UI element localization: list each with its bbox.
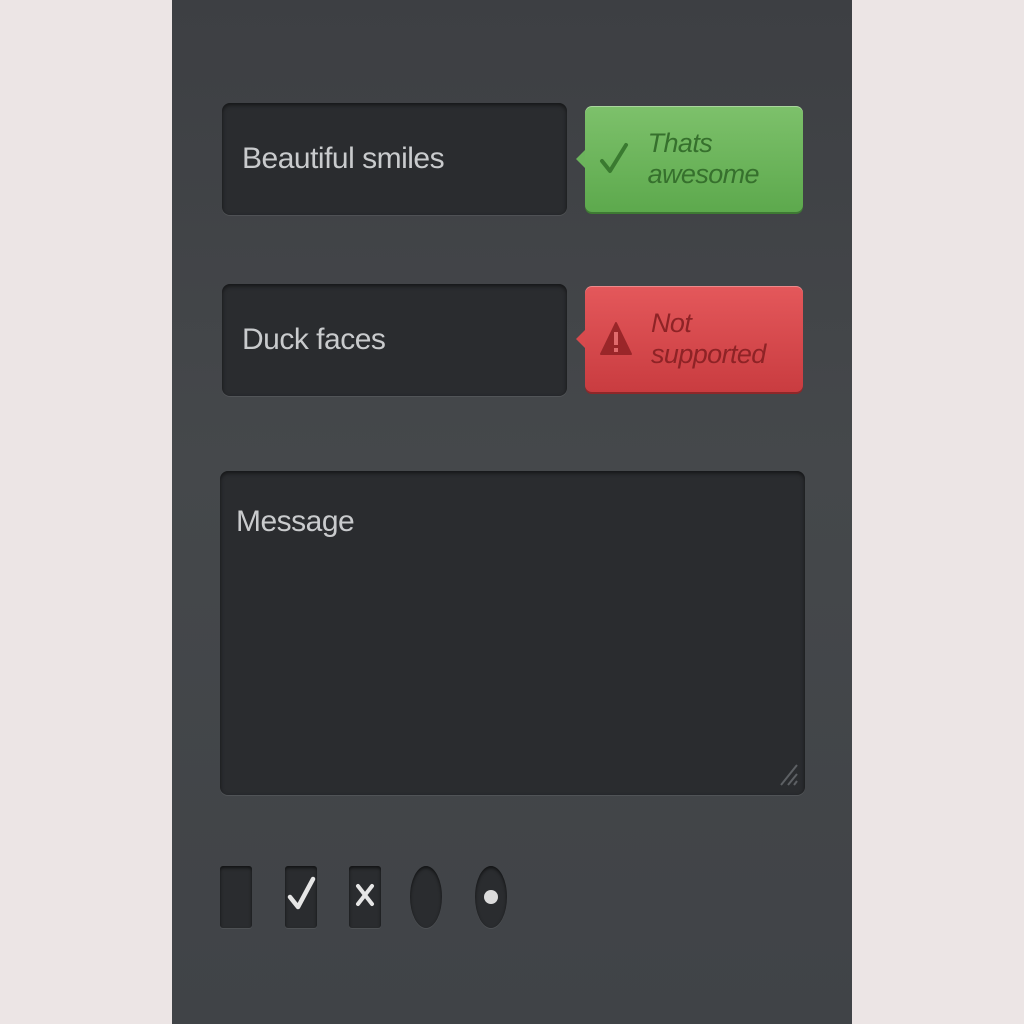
resize-handle-icon[interactable]	[777, 759, 799, 787]
warning-icon	[599, 319, 633, 359]
text-field-1[interactable]	[222, 103, 567, 215]
checkbox-unchecked[interactable]	[220, 866, 252, 928]
radio-selected[interactable]	[475, 866, 507, 928]
message-area[interactable]	[220, 471, 805, 795]
success-tooltip: Thats awesome	[576, 106, 803, 212]
success-tooltip-label: Thats awesome	[647, 128, 760, 189]
message-textarea[interactable]	[220, 471, 805, 795]
error-tooltip: Not supported	[576, 286, 803, 392]
checkbox-crossed[interactable]	[349, 866, 381, 928]
check-icon	[286, 875, 316, 920]
radio-unselected[interactable]	[410, 866, 442, 928]
text-field-2[interactable]	[222, 284, 567, 396]
check-icon	[599, 139, 630, 179]
x-icon	[354, 880, 376, 915]
text-input-1[interactable]	[222, 103, 567, 215]
error-tooltip-label: Not supported	[651, 308, 766, 369]
checkbox-checked[interactable]	[285, 866, 317, 928]
radio-dot-icon	[484, 890, 498, 904]
text-input-2[interactable]	[222, 284, 567, 396]
